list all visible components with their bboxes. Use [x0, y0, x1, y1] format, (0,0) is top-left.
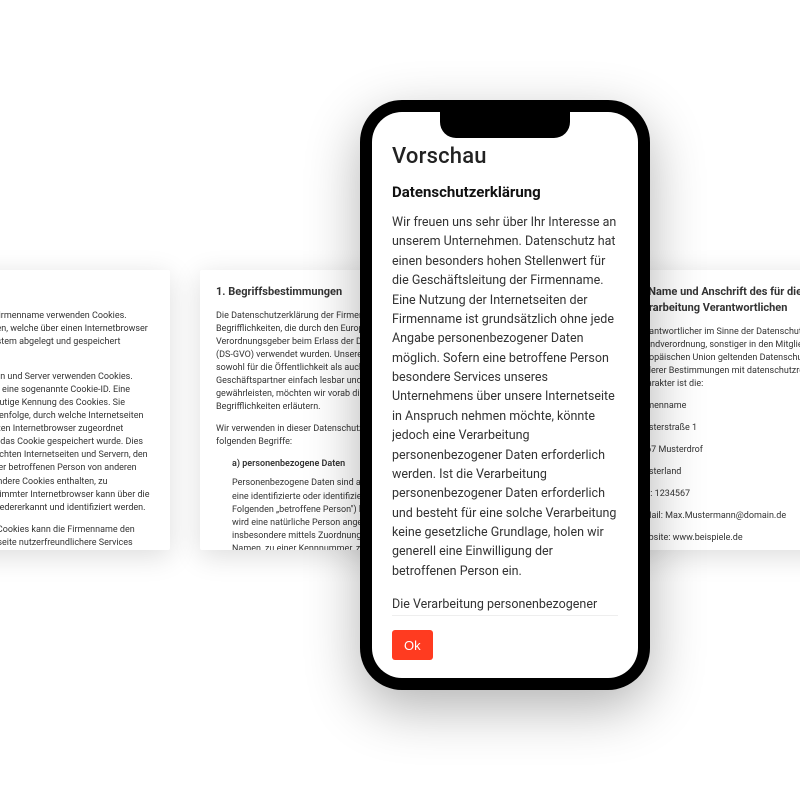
preview-footer: Ok — [392, 615, 618, 660]
card-cookies-p3: Durch den Einsatz von Cookies kann die F… — [0, 524, 154, 550]
phone-notch — [440, 112, 570, 138]
card-name-l3: 1567 Musterdrof — [636, 444, 800, 457]
card-name-heading: 2. Name und Anschrift des für die Verarb… — [636, 284, 800, 316]
card-name-p1: Verantwortlicher im Sinne der Datenschut… — [636, 326, 800, 391]
phone-screen: Vorschau Datenschutzerklärung Wir freuen… — [372, 112, 638, 678]
preview-p2: Die Verarbeitung personenbezogener Daten… — [392, 595, 618, 615]
card-name-l1: Firmenname — [636, 400, 800, 413]
preview-title: Vorschau — [392, 144, 618, 169]
card-name-l7: Website: www.beispiele.de — [636, 532, 800, 545]
composition: 3. Cookies Die Internetseiten der Firmen… — [0, 0, 800, 800]
card-name-l5: Tel.: 1234567 — [636, 488, 800, 501]
card-cookies-p1: Die Internetseiten der Firmenname verwen… — [0, 310, 154, 362]
preview-p1: Wir freuen uns sehr über Ihr Interesse a… — [392, 213, 618, 581]
card-cookies-heading: 3. Cookies — [0, 284, 154, 300]
phone-frame: Vorschau Datenschutzerklärung Wir freuen… — [360, 100, 650, 690]
card-name-l4: Musterland — [636, 466, 800, 479]
ok-button[interactable]: Ok — [392, 630, 433, 660]
card-name-l6: E-Mail: Max.Mustermann@domain.de — [636, 510, 800, 523]
preview-subtitle: Datenschutzerklärung — [392, 183, 618, 201]
preview-body: Wir freuen uns sehr über Ihr Interesse a… — [392, 213, 618, 615]
card-cookies: 3. Cookies Die Internetseiten der Firmen… — [0, 270, 170, 550]
card-name-l2: Musterstraße 1 — [636, 422, 800, 435]
card-cookies-p2: Zahlreiche Internetseiten und Server ver… — [0, 371, 154, 515]
